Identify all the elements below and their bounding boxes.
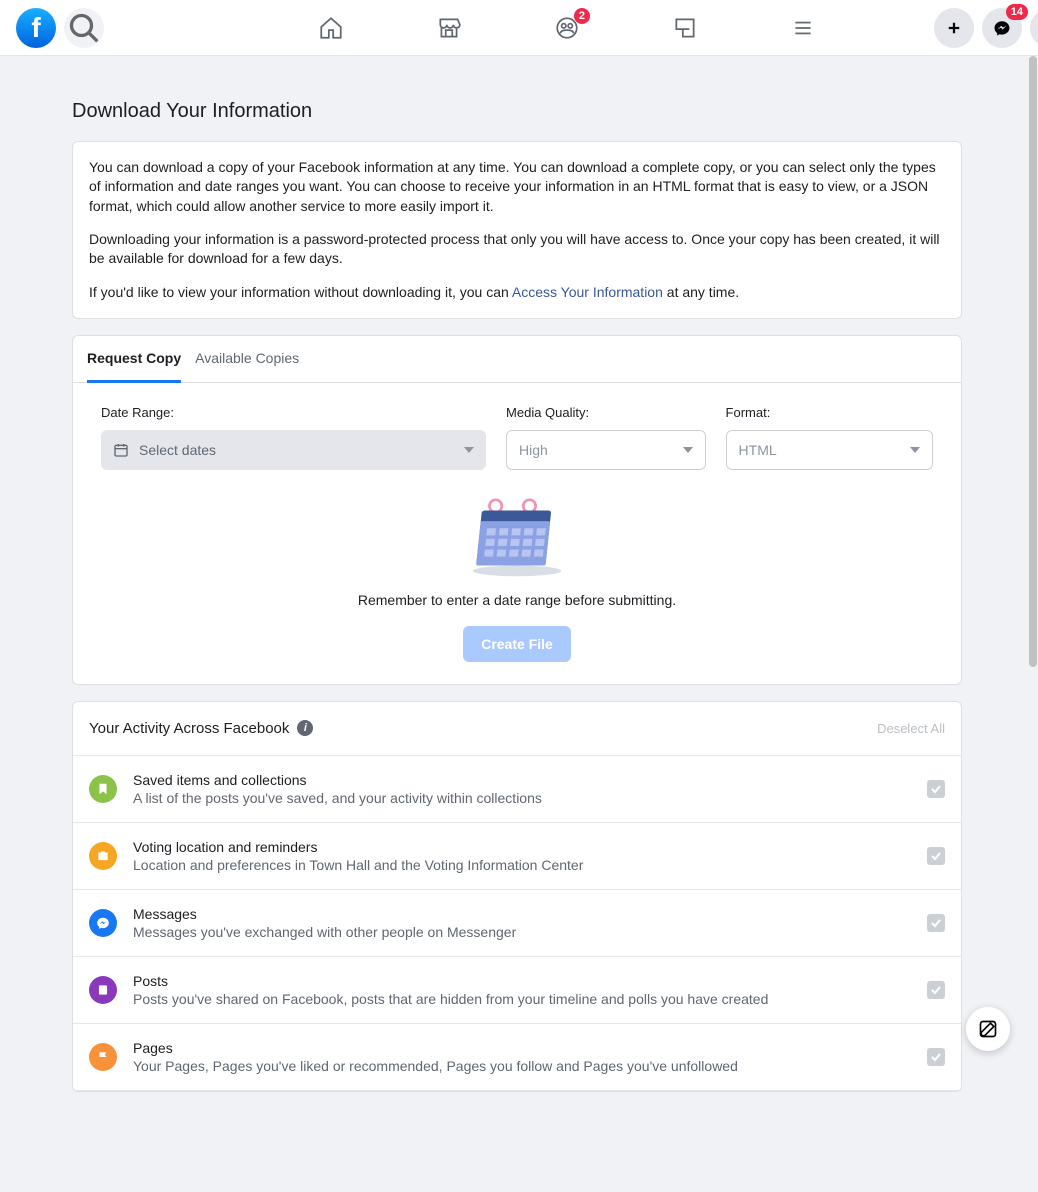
media-quality-label: Media Quality: bbox=[506, 405, 706, 420]
media-quality-select[interactable]: High bbox=[506, 430, 706, 470]
activity-item-desc: Your Pages, Pages you've liked or recomm… bbox=[133, 1058, 911, 1074]
activity-item[interactable]: Saved items and collections A list of th… bbox=[73, 756, 961, 823]
date-range-label: Date Range: bbox=[101, 405, 486, 420]
chevron-down-icon bbox=[464, 447, 474, 453]
activity-item-title: Messages bbox=[133, 906, 911, 922]
marketplace-icon bbox=[436, 15, 462, 41]
hamburger-icon bbox=[790, 15, 816, 41]
access-your-information-link[interactable]: Access Your Information bbox=[512, 284, 663, 300]
activity-list: Saved items and collections A list of th… bbox=[73, 756, 961, 1091]
activity-panel: Your Activity Across Facebook i Deselect… bbox=[72, 701, 962, 1092]
tab-request-copy[interactable]: Request Copy bbox=[87, 336, 181, 383]
top-bar: f 2 14 20+ bbox=[0, 0, 1038, 56]
flag-icon bbox=[89, 1043, 117, 1071]
groups-badge: 2 bbox=[574, 8, 590, 24]
activity-item-desc: A list of the posts you've saved, and yo… bbox=[133, 790, 911, 806]
chevron-down-icon bbox=[910, 447, 920, 453]
bookmark-icon bbox=[89, 775, 117, 803]
nav-home[interactable] bbox=[276, 0, 386, 56]
intro-paragraph-3: If you'd like to view your information w… bbox=[89, 283, 945, 302]
activity-item[interactable]: Pages Your Pages, Pages you've liked or … bbox=[73, 1024, 961, 1091]
messenger-badge: 14 bbox=[1006, 4, 1028, 20]
activity-item-checkbox[interactable] bbox=[927, 914, 945, 932]
nav-menu[interactable] bbox=[748, 0, 858, 56]
request-panel: Request Copy Available Copies Date Range… bbox=[72, 335, 962, 685]
edit-icon bbox=[978, 1019, 998, 1039]
deselect-all-button[interactable]: Deselect All bbox=[877, 721, 945, 736]
date-range-value: Select dates bbox=[139, 442, 216, 458]
tabs: Request Copy Available Copies bbox=[73, 336, 961, 383]
activity-item[interactable]: Messages Messages you've exchanged with … bbox=[73, 890, 961, 957]
search-button[interactable] bbox=[64, 8, 104, 48]
messenger-icon bbox=[89, 909, 117, 937]
activity-item-title: Pages bbox=[133, 1040, 911, 1056]
activity-item-checkbox[interactable] bbox=[927, 780, 945, 798]
nav-groups[interactable]: 2 bbox=[512, 0, 622, 56]
activity-item[interactable]: Posts Posts you've shared on Facebook, p… bbox=[73, 957, 961, 1024]
format-value: HTML bbox=[739, 442, 777, 458]
activity-item[interactable]: Voting location and reminders Location a… bbox=[73, 823, 961, 890]
gaming-icon bbox=[672, 15, 698, 41]
intro-p3-prefix: If you'd like to view your information w… bbox=[89, 284, 512, 300]
nav-marketplace[interactable] bbox=[394, 0, 504, 56]
activity-item-checkbox[interactable] bbox=[927, 981, 945, 999]
activity-item-checkbox[interactable] bbox=[927, 1048, 945, 1066]
activity-item-desc: Posts you've shared on Facebook, posts t… bbox=[133, 991, 911, 1007]
create-button[interactable] bbox=[934, 8, 974, 48]
messenger-button[interactable]: 14 bbox=[982, 8, 1022, 48]
notifications-button[interactable]: 20+ bbox=[1030, 8, 1038, 48]
activity-item-checkbox[interactable] bbox=[927, 847, 945, 865]
briefcase-icon bbox=[89, 842, 117, 870]
activity-item-desc: Location and preferences in Town Hall an… bbox=[133, 857, 911, 873]
facebook-logo[interactable]: f bbox=[16, 8, 56, 48]
activity-item-title: Saved items and collections bbox=[133, 772, 911, 788]
activity-item-desc: Messages you've exchanged with other peo… bbox=[133, 924, 911, 940]
tab-available-copies[interactable]: Available Copies bbox=[195, 336, 299, 382]
page-title: Download Your Information bbox=[72, 100, 1034, 123]
edit-fab[interactable] bbox=[966, 1007, 1010, 1051]
scrollbar-track bbox=[1028, 56, 1038, 1075]
post-icon bbox=[89, 976, 117, 1004]
intro-paragraph-2: Downloading your information is a passwo… bbox=[89, 230, 945, 269]
activity-item-title: Voting location and reminders bbox=[133, 839, 911, 855]
search-icon bbox=[64, 8, 104, 48]
plus-icon bbox=[945, 19, 963, 37]
intro-panel: You can download a copy of your Facebook… bbox=[72, 141, 962, 319]
format-select[interactable]: HTML bbox=[726, 430, 933, 470]
home-icon bbox=[318, 15, 344, 41]
media-quality-value: High bbox=[519, 442, 548, 458]
activity-item-title: Posts bbox=[133, 973, 911, 989]
calendar-icon bbox=[113, 442, 129, 458]
chevron-down-icon bbox=[683, 447, 693, 453]
info-icon[interactable]: i bbox=[297, 720, 313, 736]
activity-section-title: Your Activity Across Facebook bbox=[89, 720, 289, 737]
date-range-select[interactable]: Select dates bbox=[101, 430, 486, 470]
format-label: Format: bbox=[726, 405, 933, 420]
intro-paragraph-1: You can download a copy of your Facebook… bbox=[89, 158, 945, 216]
create-file-button[interactable]: Create File bbox=[463, 626, 571, 662]
intro-p3-suffix: at any time. bbox=[663, 284, 739, 300]
messenger-icon bbox=[993, 19, 1011, 37]
nav-gaming[interactable] bbox=[630, 0, 740, 56]
scrollbar-thumb[interactable] bbox=[1029, 56, 1037, 667]
calendar-illustration bbox=[462, 498, 572, 578]
date-range-reminder: Remember to enter a date range before su… bbox=[358, 592, 676, 608]
